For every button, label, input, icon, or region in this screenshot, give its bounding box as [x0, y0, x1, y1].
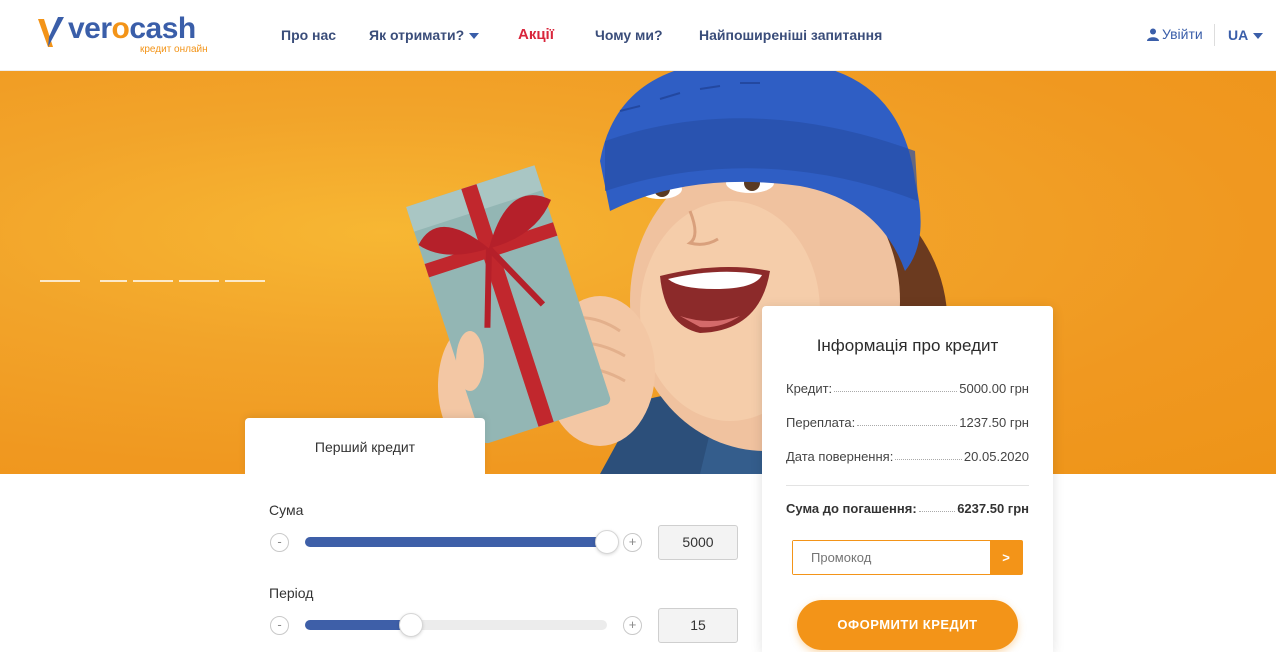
- amount-slider-fill: [305, 537, 607, 547]
- info-row-label: Кредит:: [786, 381, 833, 396]
- period-label: Період: [269, 585, 314, 601]
- slider-dot-1[interactable]: [40, 280, 80, 282]
- language-label: UA: [1228, 27, 1249, 43]
- info-row-return-date: Дата повернення: 20.05.2020: [786, 444, 1029, 464]
- dotted-leader: [918, 511, 956, 512]
- tab-first-credit[interactable]: Перший кредит: [245, 418, 485, 474]
- slider-dot-2[interactable]: [100, 280, 127, 282]
- nav-how-to-get[interactable]: Як отримати?: [369, 27, 480, 43]
- logo-tagline: кредит онлайн: [140, 44, 208, 55]
- chevron-down-icon: [469, 33, 480, 40]
- header-divider: [1214, 24, 1215, 46]
- language-switcher[interactable]: UA: [1228, 27, 1264, 43]
- slider-dot-5[interactable]: [225, 280, 265, 282]
- hero-banner: [0, 71, 1276, 474]
- apply-credit-button[interactable]: ОФОРМИТИ КРЕДИТ: [797, 600, 1018, 650]
- promo-code-input[interactable]: [793, 541, 991, 574]
- slider-dot-4[interactable]: [179, 280, 219, 282]
- info-row-overpayment: Переплата: 1237.50 грн: [786, 410, 1029, 430]
- amount-input[interactable]: 5000: [658, 525, 738, 560]
- nav-why-us[interactable]: Чому ми?: [595, 27, 663, 43]
- total-value: 6237.50 грн: [957, 501, 1029, 516]
- info-row-total: Сума до погашення: 6237.50 грн: [786, 496, 1029, 516]
- period-input[interactable]: 15: [658, 608, 738, 643]
- promo-apply-button[interactable]: >: [990, 541, 1022, 574]
- period-slider-fill: [305, 620, 411, 630]
- hero-illustration: [406, 71, 960, 474]
- info-row-label: Дата повернення:: [786, 449, 894, 464]
- info-row-value: 1237.50 грн: [959, 415, 1029, 430]
- nav-about[interactable]: Про нас: [281, 27, 336, 43]
- loan-calculator: Сума - + 5000 Період - + 15: [245, 474, 762, 652]
- period-slider[interactable]: [305, 613, 607, 637]
- credit-info-title: Інформація про кредит: [816, 336, 999, 355]
- amount-label: Сума: [269, 502, 304, 518]
- amount-plus-button[interactable]: +: [623, 533, 642, 552]
- promo-code-group: >: [792, 540, 1023, 575]
- info-row-value: 20.05.2020: [963, 449, 1029, 464]
- amount-slider-handle[interactable]: [595, 530, 619, 554]
- dotted-leader: [857, 425, 958, 426]
- login-link[interactable]: Увійти: [1147, 26, 1203, 42]
- nav-how-to-get-label: Як отримати?: [369, 27, 465, 43]
- login-label: Увійти: [1162, 26, 1203, 42]
- amount-slider[interactable]: [305, 530, 619, 554]
- nav-faq[interactable]: Найпоширеніші запитання: [699, 27, 882, 43]
- nav-promotions[interactable]: Акції: [518, 26, 554, 43]
- total-label: Сума до погашення:: [786, 501, 917, 516]
- site-header: verocash кредит онлайн Про нас Як отрима…: [0, 0, 1276, 71]
- credit-info-card: Інформація про кредит Кредит: 5000.00 грн…: [762, 306, 1053, 652]
- period-minus-button[interactable]: -: [270, 616, 289, 635]
- slider-dot-3[interactable]: [133, 280, 173, 282]
- verocash-logo[interactable]: verocash кредит онлайн: [36, 12, 226, 58]
- logo-mark-icon: [38, 17, 64, 47]
- info-row-label: Переплата:: [786, 415, 856, 430]
- info-row-credit: Кредит: 5000.00 грн: [786, 376, 1029, 396]
- dotted-leader: [834, 391, 958, 392]
- period-plus-button[interactable]: +: [623, 616, 642, 635]
- logo-wordmark: verocash: [68, 12, 196, 45]
- chevron-down-icon: [1253, 33, 1264, 40]
- dotted-leader: [895, 459, 962, 460]
- user-icon: [1147, 28, 1159, 41]
- info-divider: [786, 485, 1029, 486]
- period-slider-handle[interactable]: [398, 613, 423, 637]
- tab-first-credit-label: Перший кредит: [314, 439, 416, 455]
- amount-minus-button[interactable]: -: [270, 533, 289, 552]
- info-row-value: 5000.00 грн: [959, 381, 1029, 396]
